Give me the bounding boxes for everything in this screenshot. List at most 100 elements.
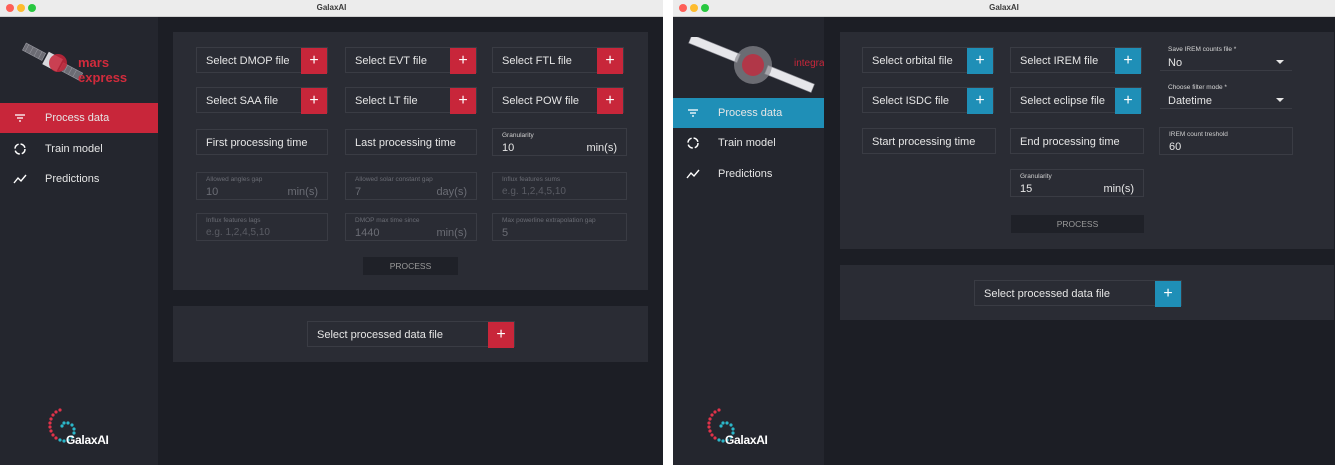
button-label: Select FTL file (502, 55, 572, 67)
influx-features-lags-input[interactable]: Influx features lags e.g. 1,2,4,5,10 (196, 213, 328, 241)
select-irem-file-button[interactable]: Select IREM file + (1010, 47, 1142, 74)
mars-express-logo: mars express (18, 41, 148, 85)
start-processing-time-button[interactable]: Start processing time (862, 128, 996, 154)
process-button[interactable]: PROCESS (363, 257, 458, 275)
select-pow-file-button[interactable]: Select POW file + (492, 87, 624, 114)
trend-line-icon (13, 174, 27, 184)
process-button[interactable]: PROCESS (1011, 215, 1144, 233)
nav-label: Train model (718, 137, 776, 149)
field-value: 60 (1169, 141, 1182, 153)
plus-icon[interactable]: + (597, 48, 623, 74)
allowed-solar-constant-gap-input[interactable]: Allowed solar constant gap 7 day(s) (345, 172, 477, 200)
processing-card: Select DMOP file + Select EVT file + Sel… (173, 32, 648, 290)
last-processing-time-button[interactable]: Last processing time (345, 129, 477, 155)
select-lt-file-button[interactable]: Select LT file + (345, 87, 477, 114)
button-label: Last processing time (355, 137, 456, 149)
select-orbital-file-button[interactable]: Select orbital file + (862, 47, 994, 74)
select-processed-data-file-button[interactable]: Select processed data file + (974, 280, 1182, 307)
plus-icon[interactable]: + (450, 48, 476, 74)
allowed-angles-gap-input[interactable]: Allowed angles gap 10 min(s) (196, 172, 328, 200)
end-processing-time-button[interactable]: End processing time (1010, 128, 1144, 154)
button-label: Select POW file (502, 95, 580, 107)
circle-dashed-icon (14, 143, 26, 155)
field-value: 10 (206, 186, 219, 198)
select-eclipse-file-button[interactable]: Select eclipse file + (1010, 87, 1142, 114)
field-value: 7 (355, 186, 362, 198)
field-label: Influx features lags (206, 217, 261, 224)
select-isdc-file-button[interactable]: Select ISDC file + (862, 87, 994, 114)
filter-icon (688, 109, 698, 117)
button-label: Select processed data file (317, 329, 443, 341)
field-label: Allowed solar constant gap (355, 176, 433, 183)
plus-icon[interactable]: + (488, 322, 514, 348)
field-label: Influx features sums (502, 176, 561, 183)
button-label: Select SAA file (206, 95, 279, 107)
button-label: Select DMOP file (206, 55, 290, 67)
granularity-input[interactable]: Granularity 15 min(s) (1010, 169, 1144, 197)
save-irem-counts-file-select[interactable]: Save IREM counts file * No (1160, 45, 1292, 71)
field-placeholder: e.g. 1,2,4,5,10 (206, 227, 270, 238)
brand-name: GalaxAI (66, 433, 109, 447)
button-label: Select LT file (355, 95, 418, 107)
select-saa-file-button[interactable]: Select SAA file + (196, 87, 328, 114)
select-ftl-file-button[interactable]: Select FTL file + (492, 47, 624, 74)
granularity-input[interactable]: Granularity 10 min(s) (492, 128, 627, 156)
plus-icon[interactable]: + (1115, 48, 1141, 74)
processing-card: Select orbital file + Select IREM file +… (840, 32, 1334, 249)
plus-icon[interactable]: + (301, 88, 327, 114)
field-label: Save IREM counts file * (1168, 46, 1237, 53)
field-value: 1440 (355, 227, 380, 239)
influx-features-sums-input[interactable]: Influx features sums e.g. 1,2,4,5,10 (492, 172, 627, 200)
dmop-max-time-since-input[interactable]: DMOP max time since 1440 min(s) (345, 213, 477, 241)
nav-train-model[interactable]: Train model (673, 128, 824, 158)
button-label: Select processed data file (984, 288, 1110, 300)
nav-process-data[interactable]: Process data (0, 103, 158, 133)
field-value: No (1168, 57, 1183, 69)
filter-icon (15, 114, 25, 122)
brand-name: GalaxAI (725, 433, 768, 447)
field-value: Datetime (1168, 95, 1213, 107)
plus-icon[interactable]: + (450, 88, 476, 114)
button-label: Select IREM file (1020, 55, 1099, 67)
plus-icon[interactable]: + (301, 48, 327, 74)
button-label: End processing time (1020, 136, 1120, 148)
galaxai-logo: GalaxAI (44, 406, 134, 450)
main-content: Select DMOP file + Select EVT file + Sel… (158, 17, 663, 465)
main-content: Select orbital file + Select IREM file +… (824, 17, 1335, 465)
nav-predictions[interactable]: Predictions (0, 164, 158, 194)
nav-train-model[interactable]: Train model (0, 134, 158, 164)
field-label: Granularity (1020, 173, 1052, 180)
nav-process-data[interactable]: Process data (673, 98, 824, 128)
plus-icon[interactable]: + (1155, 281, 1181, 307)
field-label: IREM count treshold (1169, 131, 1228, 138)
field-label: Granularity (502, 132, 534, 139)
plus-icon[interactable]: + (597, 88, 623, 114)
filter-mode-select[interactable]: Choose filter mode * Datetime (1160, 83, 1292, 109)
select-processed-data-file-button[interactable]: Select processed data file + (307, 321, 515, 348)
button-label: Select EVT file (355, 55, 427, 67)
plus-icon[interactable]: + (1115, 88, 1141, 114)
field-label: Allowed angles gap (206, 176, 263, 183)
nav-predictions[interactable]: Predictions (673, 159, 824, 189)
select-dmop-file-button[interactable]: Select DMOP file + (196, 47, 328, 74)
irem-count-threshold-input[interactable]: IREM count treshold 60 (1159, 127, 1293, 155)
plus-icon[interactable]: + (967, 88, 993, 114)
max-powerline-extrapolation-gap-input[interactable]: Max powerline extrapolation gap 5 (492, 213, 627, 241)
button-label: Select ISDC file (872, 95, 950, 107)
field-value: 15 (1020, 183, 1033, 195)
nav-label: Process data (45, 112, 110, 124)
first-processing-time-button[interactable]: First processing time (196, 129, 328, 155)
processed-data-card: Select processed data file + (173, 306, 648, 362)
field-placeholder: e.g. 1,2,4,5,10 (502, 186, 566, 197)
select-evt-file-button[interactable]: Select EVT file + (345, 47, 477, 74)
button-label: Start processing time (872, 136, 976, 148)
circle-dashed-icon (687, 137, 699, 149)
field-unit: day(s) (436, 186, 467, 198)
field-label: Choose filter mode * (1168, 84, 1227, 91)
plus-icon[interactable]: + (967, 48, 993, 74)
nav-label: Predictions (718, 168, 773, 180)
mars-express-window: GalaxAI mars express Process data Train … (0, 0, 663, 465)
processed-data-card: Select processed data file + (840, 265, 1334, 320)
integral-window: GalaxAI integral Process data Train mode… (673, 0, 1335, 465)
window-title: GalaxAI (316, 3, 347, 12)
